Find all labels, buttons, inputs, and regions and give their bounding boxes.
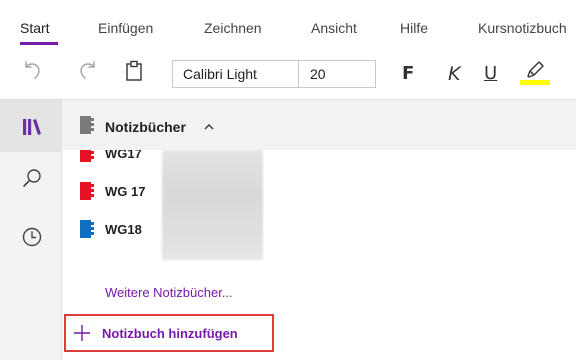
notebook-red-icon — [80, 182, 94, 200]
chevron-up-icon — [204, 124, 214, 130]
notebook-red-icon — [80, 150, 94, 162]
notebook-item-wg18[interactable]: WG18 — [62, 212, 576, 248]
rail-notebooks-button[interactable] — [0, 100, 62, 152]
tab-hilfe[interactable]: Hilfe — [400, 19, 428, 37]
notebook-item-wg17[interactable]: WG17 — [62, 150, 576, 172]
rail-recent-button[interactable] — [0, 210, 62, 262]
tab-zeichnen[interactable]: Zeichnen — [204, 19, 262, 37]
notebook-panel: Notizbücher WG17 WG 17 WG18 Weitere Noti… — [62, 100, 576, 360]
notebook-blue-icon — [80, 220, 94, 238]
undo-icon[interactable] — [20, 59, 44, 83]
notebook-list-header[interactable]: Notizbücher — [62, 100, 576, 150]
tab-start[interactable]: Start — [20, 19, 50, 37]
active-tab-indicator — [20, 42, 58, 45]
notebook-list: WG17 WG 17 WG18 Weitere Notizbücher... N… — [62, 150, 576, 360]
notebook-label: WG17 — [105, 150, 142, 161]
notebooks-icon — [23, 119, 41, 135]
highlighter-button[interactable] — [518, 58, 550, 92]
notebook-header-icon — [80, 116, 94, 134]
navigation-rail — [0, 100, 62, 360]
italic-button[interactable]: K — [448, 63, 460, 85]
toolbar: Calibri Light 20 F K U — [0, 46, 576, 100]
highlight-color-swatch — [520, 80, 550, 85]
font-picker: Calibri Light 20 — [172, 60, 376, 88]
clipboard-icon[interactable] — [122, 59, 146, 83]
plus-icon — [74, 325, 90, 341]
font-size-field[interactable]: 20 — [299, 61, 375, 87]
notebook-item-wg-17[interactable]: WG 17 — [62, 174, 576, 210]
bold-button[interactable]: F — [402, 63, 414, 85]
highlighter-icon — [527, 61, 544, 78]
redo-icon[interactable] — [76, 59, 100, 83]
recent-clock-icon — [22, 227, 42, 247]
underline-button[interactable]: U — [484, 63, 497, 85]
add-notebook-label: Notizbuch hinzufügen — [102, 326, 238, 341]
notebook-label: WG 17 — [105, 184, 146, 199]
notebooks-title: Notizbücher — [105, 119, 186, 135]
rail-search-button[interactable] — [0, 152, 62, 204]
font-name-field[interactable]: Calibri Light — [173, 61, 299, 87]
more-notebooks-link[interactable]: Weitere Notizbücher... — [105, 284, 233, 302]
tab-kursnotizbuch[interactable]: Kursnotizbuch — [478, 19, 567, 37]
tab-ansicht[interactable]: Ansicht — [311, 19, 357, 37]
add-notebook-button[interactable]: Notizbuch hinzufügen — [64, 314, 274, 352]
notebook-label: WG18 — [105, 222, 142, 237]
ribbon-tabs: Start Einfügen Zeichnen Ansicht Hilfe Ku… — [0, 0, 576, 46]
redacted-blur — [162, 150, 263, 260]
tab-einfuegen[interactable]: Einfügen — [98, 19, 153, 37]
search-icon — [23, 169, 41, 187]
